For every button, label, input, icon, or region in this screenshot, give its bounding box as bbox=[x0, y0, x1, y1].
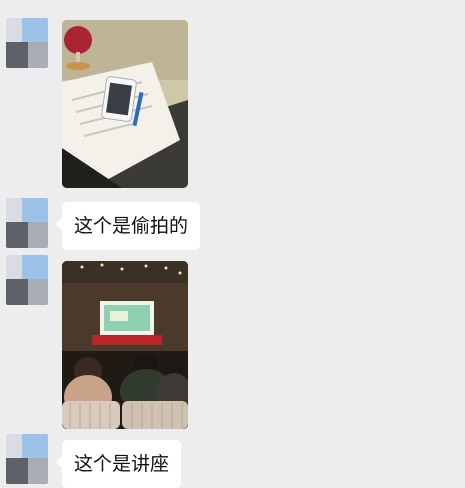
message-text: 这个是讲座 bbox=[74, 453, 170, 475]
avatar[interactable] bbox=[6, 434, 48, 484]
avatar[interactable] bbox=[6, 255, 48, 305]
chat-message-list[interactable]: 这个是偷拍的 这个是讲座 bbox=[0, 0, 465, 488]
avatar[interactable] bbox=[6, 198, 48, 248]
message-image-desk[interactable] bbox=[62, 20, 188, 188]
message-text-bubble[interactable]: 这个是偷拍的 bbox=[55, 202, 201, 250]
avatar[interactable] bbox=[6, 18, 48, 68]
message-text: 这个是偷拍的 bbox=[74, 215, 189, 237]
message-image-lecture[interactable] bbox=[62, 261, 188, 429]
message-text-bubble[interactable]: 这个是讲座 bbox=[55, 440, 182, 488]
